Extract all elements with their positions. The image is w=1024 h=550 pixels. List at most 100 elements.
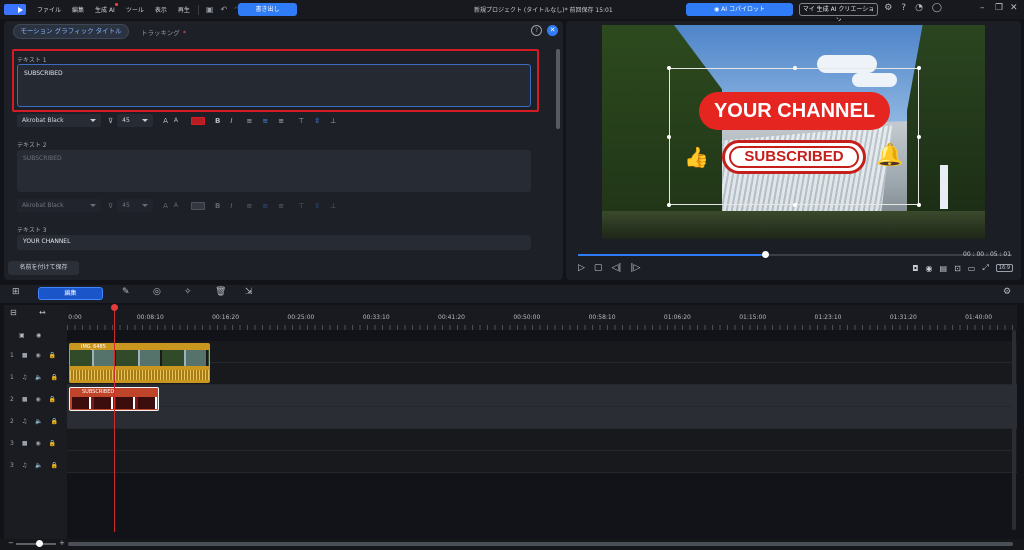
speed-icon[interactable]: ◎: [153, 287, 161, 297]
trash-icon[interactable]: 🗑: [215, 287, 226, 297]
resize-handle[interactable]: [793, 66, 797, 70]
decrease-font-icon[interactable]: A: [174, 202, 178, 209]
export-clip-icon[interactable]: ⇲: [245, 287, 253, 297]
subtitle-icon[interactable]: ▤: [940, 264, 948, 273]
menu-generative-ai[interactable]: 生成 AI: [95, 3, 118, 14]
resize-handle[interactable]: [793, 203, 797, 207]
italic-icon[interactable]: I: [230, 117, 232, 125]
align-bottom-icon[interactable]: ⊥: [330, 117, 336, 125]
align-middle-icon[interactable]: ⇳: [314, 202, 320, 210]
align-middle-icon[interactable]: ⇳: [314, 117, 320, 125]
lock-icon[interactable]: 🔒: [51, 462, 58, 469]
text2-input[interactable]: SUBSCRIBED: [17, 150, 531, 192]
video-clip[interactable]: IMG_6485: [69, 343, 210, 383]
ai-copilot-button[interactable]: ◉ AI コパイロット: [686, 3, 793, 16]
panel-scrollbar[interactable]: [556, 49, 560, 129]
account-icon[interactable]: ◯: [932, 3, 942, 13]
resize-handle[interactable]: [667, 203, 671, 207]
italic-icon[interactable]: I: [230, 202, 232, 210]
snapshot-icon[interactable]: ◘: [912, 264, 918, 273]
fullscreen-icon[interactable]: ⤢: [982, 263, 988, 273]
prev-frame-icon[interactable]: ◁|: [611, 263, 621, 273]
video-preview[interactable]: YOUR CHANNEL SUBSCRIBED 👍 🔔: [602, 25, 985, 239]
align-left-icon[interactable]: ≡: [246, 117, 252, 125]
visibility-icon[interactable]: ◉: [36, 352, 41, 359]
track-row-audio-2[interactable]: [67, 407, 1017, 429]
playhead-handle[interactable]: [111, 304, 118, 311]
lock-icon[interactable]: 🔒: [49, 352, 56, 359]
export-button[interactable]: 書き出し: [238, 3, 297, 16]
menu-file[interactable]: ファイル: [37, 5, 61, 14]
playback-progress-bar[interactable]: [578, 251, 1012, 258]
align-top-icon[interactable]: ⊤: [298, 202, 304, 210]
save-icon[interactable]: ▣: [206, 5, 214, 14]
mute-icon[interactable]: 🔈: [35, 374, 42, 381]
resize-handle[interactable]: [667, 66, 671, 70]
close-window-icon[interactable]: ✕: [1010, 3, 1018, 13]
lock-icon[interactable]: 🔒: [51, 374, 58, 381]
text-color-swatch[interactable]: [191, 201, 206, 210]
track-row-video-3[interactable]: [67, 429, 1017, 451]
safe-zone-icon[interactable]: ▭: [968, 264, 976, 273]
restore-icon[interactable]: ❐: [995, 3, 1003, 13]
play-icon[interactable]: ▷: [578, 263, 585, 273]
menu-edit[interactable]: 編集: [72, 5, 84, 14]
menu-playback[interactable]: 再生: [178, 5, 190, 14]
next-frame-icon[interactable]: |▷: [630, 263, 640, 273]
text3-input[interactable]: YOUR CHANNEL: [17, 235, 531, 250]
menu-view[interactable]: 表示: [155, 5, 167, 14]
track-row-video-2[interactable]: [67, 385, 1017, 407]
mute-icon[interactable]: 🔈: [35, 418, 42, 425]
undo-icon[interactable]: ↶: [220, 5, 227, 14]
font-size-select[interactable]: 45: [117, 114, 154, 127]
visibility-icon[interactable]: ◉: [36, 396, 41, 403]
increase-font-icon[interactable]: A: [163, 117, 168, 125]
text1-input[interactable]: SUBSCRIBED: [17, 64, 531, 107]
align-right-icon[interactable]: ≡: [278, 202, 284, 210]
my-ai-creations-button[interactable]: マイ 生成 AI クリエーション: [799, 3, 878, 24]
track-manager-icon[interactable]: ⊟: [10, 308, 17, 317]
tab-motion-graphics-title[interactable]: モーション グラフィック タイトル: [13, 24, 129, 39]
track-lock-all-icon[interactable]: ▣: [19, 332, 25, 339]
resize-handle[interactable]: [917, 135, 921, 139]
fit-timeline-icon[interactable]: ↔: [39, 308, 46, 317]
align-center-icon[interactable]: ≡: [262, 202, 268, 210]
aspect-ratio-select[interactable]: 16:9: [995, 264, 1013, 272]
zoom-in-icon[interactable]: +: [59, 539, 65, 547]
title-selection-box[interactable]: [667, 66, 921, 207]
align-top-icon[interactable]: ⊤: [298, 117, 304, 125]
font-family-select[interactable]: Akrobat Black: [17, 114, 101, 127]
help-icon[interactable]: ?: [901, 3, 906, 13]
track-visibility-all-icon[interactable]: ◉: [36, 332, 41, 339]
save-as-button[interactable]: 名前を付けて保存: [8, 261, 79, 275]
align-center-icon[interactable]: ≡: [262, 117, 268, 125]
visibility-icon[interactable]: ◉: [36, 440, 41, 447]
stop-icon[interactable]: ▢: [594, 263, 603, 273]
align-right-icon[interactable]: ≡: [278, 117, 284, 125]
notification-icon[interactable]: ◔: [915, 3, 923, 13]
settings-icon[interactable]: ⚙: [884, 3, 892, 13]
mute-icon[interactable]: 🔈: [35, 462, 42, 469]
pen-icon[interactable]: ✎: [122, 287, 130, 297]
filter-icon[interactable]: ⊽: [108, 117, 113, 125]
zoom-fit-icon[interactable]: ⊡: [954, 264, 961, 273]
resize-handle[interactable]: [917, 66, 921, 70]
timeline-settings-icon[interactable]: ⚙: [1003, 287, 1011, 297]
edit-button[interactable]: 編集: [38, 287, 103, 300]
bold-icon[interactable]: B: [215, 202, 220, 210]
magic-icon[interactable]: ✧: [184, 287, 192, 297]
lock-icon[interactable]: 🔒: [49, 440, 56, 447]
font-size-select[interactable]: 45: [117, 199, 154, 212]
resize-handle[interactable]: [917, 203, 921, 207]
minimize-icon[interactable]: –: [980, 3, 985, 13]
menu-tools[interactable]: ツール: [126, 5, 144, 14]
record-icon[interactable]: ◉: [926, 264, 933, 273]
text-color-swatch[interactable]: [191, 116, 206, 125]
bold-icon[interactable]: B: [215, 117, 220, 125]
timeline-horizontal-scrollbar[interactable]: [68, 542, 1013, 546]
filter-icon[interactable]: ⊽: [108, 202, 113, 210]
playhead-line[interactable]: [114, 305, 115, 532]
align-left-icon[interactable]: ≡: [246, 202, 252, 210]
increase-font-icon[interactable]: A: [163, 202, 168, 210]
tab-tracking[interactable]: トラッキング *: [141, 27, 186, 37]
